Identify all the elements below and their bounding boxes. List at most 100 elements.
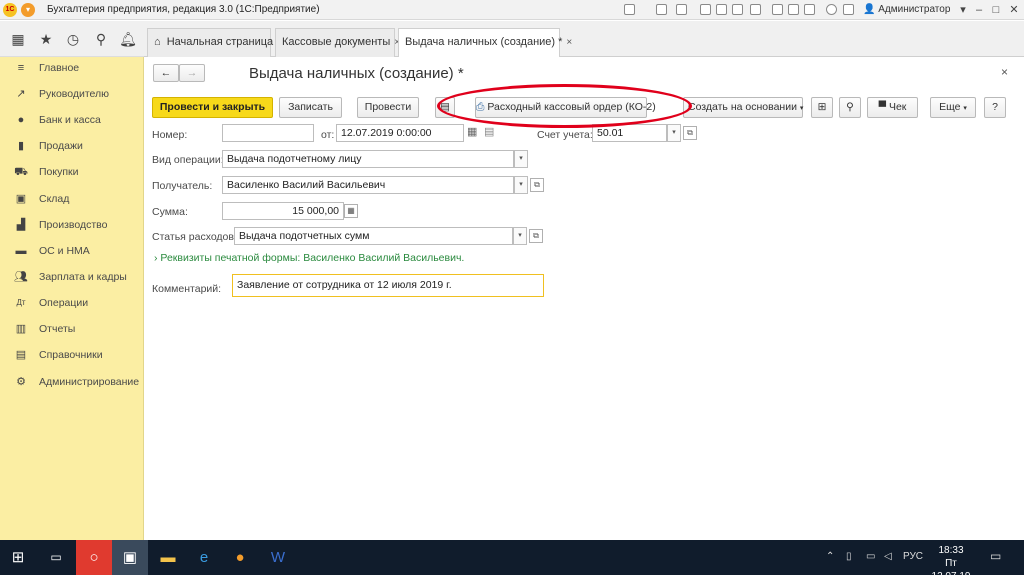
bag-icon: ▮ <box>17 140 25 152</box>
word-icon[interactable]: W <box>260 540 296 575</box>
history-icon[interactable]: ◷ <box>64 30 82 48</box>
calendar-icon[interactable]: ▦ <box>467 125 477 138</box>
back-button[interactable]: ← <box>153 64 179 82</box>
sidebar-item-label: Зарплата и кадры <box>39 271 127 283</box>
help-button[interactable]: ? <box>984 97 1006 118</box>
tab-cash-documents[interactable]: Кассовые документы× <box>275 28 400 57</box>
memory-minus-icon[interactable] <box>788 4 799 15</box>
expense-open-icon[interactable]: ⧉ <box>529 229 543 243</box>
print-details-link[interactable]: › Реквизиты печатной формы: Василенко Ва… <box>154 252 464 264</box>
tray-expand-icon[interactable]: ⌃ <box>826 551 834 562</box>
search-icon[interactable]: ⚲ <box>92 30 110 48</box>
expense-dropdown-icon[interactable]: ▾ <box>513 227 527 245</box>
chevron-right-icon: › <box>154 252 158 264</box>
recipient-open-icon[interactable]: ⧉ <box>530 178 544 192</box>
receipt-button[interactable]: ▀ Чек <box>867 97 918 118</box>
account-field[interactable]: 50.01 <box>592 124 667 142</box>
internet-explorer-icon[interactable]: e <box>186 540 222 575</box>
sidebar-item-operations[interactable]: Дт Операции <box>0 292 144 314</box>
sidebar-item-main[interactable]: ≡ Главное <box>0 57 144 79</box>
1c-app-icon[interactable]: ▣ <box>112 540 148 575</box>
save-icon[interactable] <box>676 4 687 15</box>
system-clock[interactable]: 18:33 Пт 12.07.19 <box>925 544 977 575</box>
link-icon[interactable] <box>624 4 635 15</box>
sidebar-item-production[interactable]: ▟ Производство <box>0 214 144 236</box>
maximize-icon[interactable]: □ <box>987 2 1005 18</box>
save-button[interactable]: Записать <box>279 97 342 118</box>
sidebar-item-admin[interactable]: ⚙ Администрирование <box>0 371 144 393</box>
sidebar-item-manager[interactable]: ↗ Руководителю <box>0 83 144 105</box>
print-icon[interactable] <box>656 4 667 15</box>
table-icon[interactable] <box>716 4 727 15</box>
main-menu-button[interactable]: ▾ <box>21 3 35 17</box>
amount-field[interactable]: 15 000,00 <box>222 202 344 220</box>
number-field[interactable] <box>222 124 314 142</box>
favorites-star-icon[interactable]: ★ <box>37 30 55 48</box>
expense-item-field[interactable]: Выдача подотчетных сумм <box>234 227 513 245</box>
post-button[interactable]: Провести <box>357 97 419 118</box>
close-tab-icon[interactable]: × <box>566 37 572 48</box>
calendar-icon[interactable] <box>732 4 743 15</box>
windows-start-icon[interactable]: ⊞ <box>0 540 36 575</box>
home-icon: ⌂ <box>154 36 161 48</box>
calculator-icon[interactable]: ▦ <box>344 204 358 218</box>
open-tabs-bar: ⌂ Начальная страница Кассовые документы×… <box>144 21 1024 58</box>
network-icon[interactable]: ▯ <box>846 551 852 562</box>
chevron-down-icon: ▾ <box>799 105 804 112</box>
file-explorer-icon[interactable]: ▬ <box>150 540 186 575</box>
sidebar-item-reports[interactable]: ▥ Отчеты <box>0 318 144 340</box>
recipient-dropdown-icon[interactable]: ▾ <box>514 176 528 194</box>
zoom-icon[interactable] <box>826 4 837 15</box>
close-window-icon[interactable]: ✕ <box>1005 2 1023 18</box>
tab-cash-withdrawal[interactable]: Выдача наличных (создание) * × <box>398 28 572 58</box>
attach-files-button[interactable]: ⚲ <box>839 97 861 118</box>
window-title-bar: 1С ▾ Бухгалтерия предприятия, редакция 3… <box>0 0 1024 20</box>
factory-icon: ▟ <box>16 219 26 231</box>
date-list-icon[interactable]: ▤ <box>484 125 494 138</box>
notifications-icon[interactable]: ▭ <box>990 549 1001 563</box>
sidebar-item-bank[interactable]: ● Банк и касса <box>0 109 144 131</box>
forward-button[interactable]: → <box>179 64 205 82</box>
calculator-icon[interactable] <box>750 4 761 15</box>
post-and-close-button[interactable]: Провести и закрыть <box>152 97 273 118</box>
memory-plus-icon[interactable] <box>772 4 783 15</box>
account-dropdown-icon[interactable]: ▾ <box>667 124 681 142</box>
tab-home[interactable]: ⌂ Начальная страница <box>147 28 274 57</box>
language-indicator[interactable]: РУС <box>903 551 923 562</box>
account-open-icon[interactable]: ⧉ <box>683 126 697 140</box>
operation-dropdown-icon[interactable]: ▾ <box>514 150 528 168</box>
sidebar-item-catalogs[interactable]: ▤ Справочники <box>0 344 144 366</box>
close-form-icon[interactable]: × <box>1001 65 1008 79</box>
print-cash-order-button[interactable]: ⎙ Расходный кассовый ордер (КО-2) <box>475 97 656 118</box>
cash-register-icon: ▀ <box>878 101 887 113</box>
info-icon[interactable] <box>843 4 854 15</box>
comment-field[interactable]: Заявление от сотрудника от 12 июля 2019 … <box>232 274 544 297</box>
sidebar-item-assets[interactable]: ▬ ОС и НМА <box>0 240 144 262</box>
sidebar-item-label: ОС и НМА <box>39 245 90 257</box>
sidebar-item-warehouse[interactable]: ▣ Склад <box>0 188 144 210</box>
structure-button[interactable]: ⊞ <box>811 97 833 118</box>
mail-icon[interactable] <box>700 4 711 15</box>
opera-browser-icon[interactable]: ○ <box>76 540 112 575</box>
tab-label: Начальная страница <box>166 36 274 48</box>
1c-enterprise-icon[interactable]: ● <box>222 540 258 575</box>
sidebar-item-payroll[interactable]: 👥︎ Зарплата и кадры <box>0 266 144 288</box>
more-button[interactable]: Еще ▾ <box>930 97 976 118</box>
recipient-field[interactable]: Василенко Василий Васильевич <box>222 176 514 194</box>
battery-icon[interactable]: ▭ <box>866 551 875 562</box>
minimize-icon[interactable]: – <box>970 2 988 18</box>
sidebar-item-purchases[interactable]: ⛟ Покупки <box>0 161 144 183</box>
memory-read-icon[interactable] <box>804 4 815 15</box>
operation-type-field[interactable]: Выдача подотчетному лицу <box>222 150 514 168</box>
notifications-bell-icon[interactable]: 🔔︎ <box>119 30 137 48</box>
volume-icon[interactable]: ◁ <box>884 551 892 562</box>
print-details-label: Реквизиты печатной формы: Василенко Васи… <box>160 252 465 264</box>
print-menu-button[interactable]: ▤ <box>435 97 455 118</box>
create-based-on-button[interactable]: Создать на основании ▾ <box>683 97 803 118</box>
sidebar-item-sales[interactable]: ▮ Продажи <box>0 135 144 157</box>
current-user[interactable]: 👤 Администратор <box>863 4 950 15</box>
app-logo-icon: 1С <box>3 3 17 17</box>
date-field[interactable]: 12.07.2019 0:00:00 <box>336 124 464 142</box>
apps-grid-icon[interactable]: ▦ <box>9 30 27 48</box>
task-view-icon[interactable]: ▭ <box>38 540 74 575</box>
